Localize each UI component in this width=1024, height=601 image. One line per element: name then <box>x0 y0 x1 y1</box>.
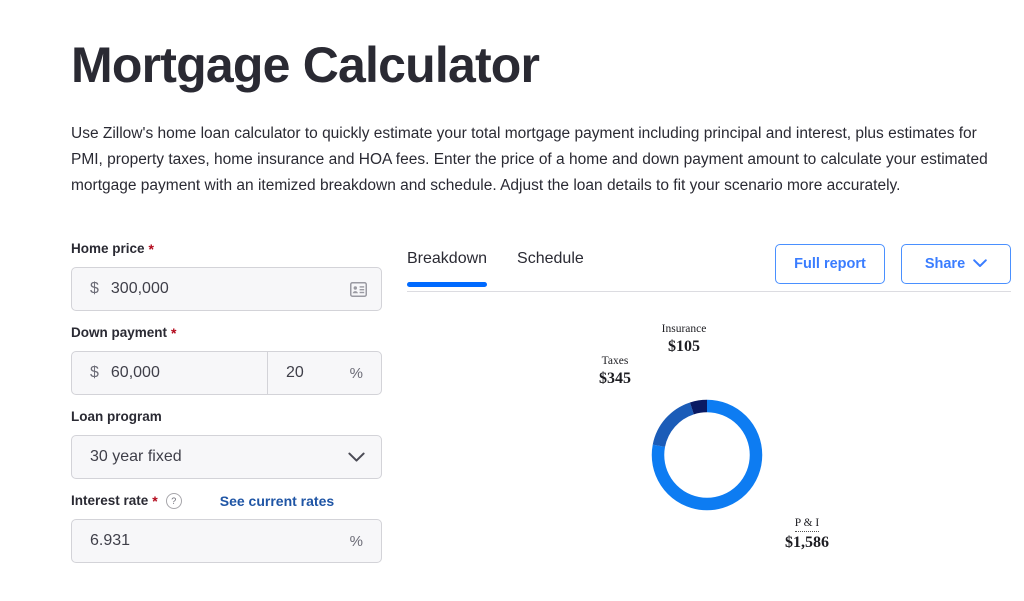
currency-symbol: $ <box>90 280 99 297</box>
currency-symbol: $ <box>90 364 99 381</box>
contact-card-icon[interactable] <box>350 281 381 297</box>
chart-label-insurance: Insurance $105 <box>629 322 739 357</box>
mortgage-calculator-page: Mortgage Calculator Use Zillow's home lo… <box>0 0 1024 601</box>
results-panel: Breakdown Schedule Full report Share <box>407 240 1011 292</box>
chart-label-taxes-name: Taxes <box>601 355 629 367</box>
share-label: Share <box>924 256 966 272</box>
interest-rate-label-text: Interest rate <box>71 493 149 508</box>
tab-breakdown[interactable]: Breakdown <box>407 250 488 287</box>
results-tabbar: Breakdown Schedule Full report Share <box>407 240 1011 292</box>
down-payment-percent-value[interactable]: 20 <box>268 364 350 382</box>
chart-label-p-and-i: P & I $1,586 <box>762 513 852 553</box>
donut-segments <box>651 399 763 511</box>
loan-details-form: Home price * $ 300,000 Down payment * $ … <box>71 240 382 563</box>
down-payment-input-group: $ 60,000 20 % <box>71 351 382 395</box>
page-title: Mortgage Calculator <box>71 36 540 93</box>
page-intro-paragraph: Use Zillow's home loan calculator to qui… <box>71 124 988 194</box>
required-asterisk: * <box>171 325 177 341</box>
interest-rate-label-row: Interest rate * ? See current rates <box>71 492 382 510</box>
tab-schedule[interactable]: Schedule <box>517 250 584 286</box>
donut-chart-svg <box>651 399 763 511</box>
chart-label-p-and-i-value: $1,586 <box>785 534 829 551</box>
payment-breakdown-chart: Your payment $2,036 Insurance $105 Taxes… <box>407 318 1011 601</box>
field-interest-rate: Interest rate * ? See current rates 6.93… <box>71 492 382 563</box>
field-loan-program: Loan program 30 year fixed <box>71 408 382 479</box>
home-price-input[interactable]: $ 300,000 <box>71 267 382 311</box>
full-report-label: Full report <box>794 256 866 272</box>
percent-symbol: % <box>349 364 363 382</box>
home-price-label: Home price * <box>71 240 382 258</box>
down-payment-percent-input[interactable]: 20 % <box>268 352 381 394</box>
required-asterisk: * <box>148 241 154 257</box>
chart-label-taxes: Taxes $345 <box>572 354 658 389</box>
loan-program-label-text: Loan program <box>71 409 162 424</box>
loan-program-value: 30 year fixed <box>90 448 182 465</box>
chart-label-taxes-value: $345 <box>599 370 631 387</box>
chevron-down-icon <box>973 256 987 272</box>
question-mark-icon[interactable]: ? <box>165 493 182 509</box>
field-home-price: Home price * $ 300,000 <box>71 240 382 311</box>
home-price-value[interactable]: 300,000 <box>111 280 350 298</box>
share-button[interactable]: Share <box>901 244 1011 284</box>
loan-program-label: Loan program <box>71 408 382 426</box>
results-tabs: Breakdown Schedule <box>407 240 584 287</box>
field-down-payment: Down payment * $ 60,000 20 % <box>71 324 382 395</box>
percent-symbol: % <box>349 532 363 550</box>
interest-rate-value[interactable]: 6.931 <box>72 532 350 550</box>
chevron-down-icon[interactable] <box>348 452 381 463</box>
interest-rate-label: Interest rate * ? <box>71 492 182 510</box>
loan-program-select[interactable]: 30 year fixed <box>71 435 382 479</box>
chart-label-p-and-i-name-wrap: P & I <box>762 513 852 532</box>
chart-label-p-and-i-name: P & I <box>794 516 820 532</box>
full-report-button[interactable]: Full report <box>775 244 885 284</box>
required-asterisk: * <box>152 493 158 509</box>
interest-rate-input[interactable]: 6.931 % <box>71 519 382 563</box>
tabbar-divider <box>407 291 1011 292</box>
results-actions: Full report Share <box>775 244 1011 284</box>
chart-label-insurance-name: Insurance <box>661 323 707 335</box>
down-payment-value[interactable]: 60,000 <box>111 364 267 382</box>
down-payment-label: Down payment * <box>71 324 382 342</box>
home-price-label-text: Home price <box>71 241 145 256</box>
down-payment-label-text: Down payment <box>71 325 168 340</box>
down-payment-amount-input[interactable]: $ 60,000 <box>72 352 268 394</box>
see-current-rates-link[interactable]: See current rates <box>220 493 334 509</box>
